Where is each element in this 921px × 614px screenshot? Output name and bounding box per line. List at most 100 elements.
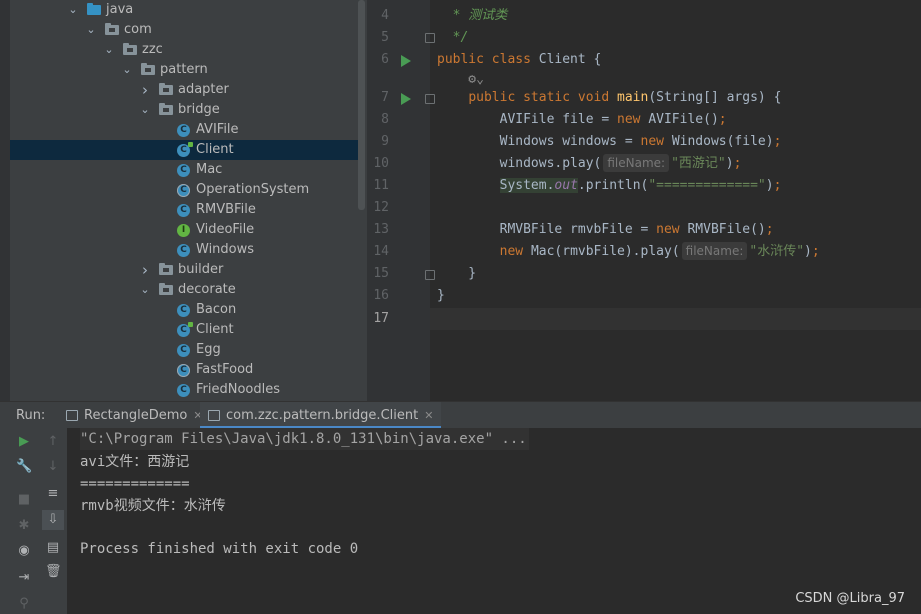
wrench-icon[interactable]: 🔧	[16, 459, 32, 475]
tree-item-label: FastFood	[196, 362, 254, 377]
exit-icon[interactable]: ⇥	[16, 570, 32, 586]
tree-item-java[interactable]: ⌄ java	[10, 0, 358, 20]
tree-item-zzc[interactable]: ⌄ zzc	[10, 40, 358, 60]
package-icon	[123, 43, 137, 55]
run-config-icon	[66, 410, 78, 421]
code-line[interactable]: public class Client {	[437, 50, 921, 70]
code-line[interactable]: public static void main(String[] args) {	[437, 88, 921, 108]
tree-item-label: Bacon	[196, 302, 237, 317]
run-gutter-icon[interactable]	[401, 93, 411, 105]
param-hint: fileName:	[603, 154, 670, 172]
trash-icon[interactable]: 🗑	[45, 564, 62, 580]
tree-item-label: VideoFile	[196, 222, 255, 237]
tree-scrollbar[interactable]	[358, 0, 365, 210]
run-label: Run:	[16, 408, 46, 423]
tree-item-label: pattern	[160, 62, 208, 77]
line-number: 13	[373, 222, 389, 237]
line-number: 6	[381, 52, 389, 67]
class-icon: C	[177, 142, 193, 157]
code-editor[interactable]: 4 * 测试类 5 */ 6 public class Client { ⚙︎⌄…	[367, 0, 921, 401]
scroll-to-end-icon[interactable]: ⇩	[42, 510, 64, 530]
class-icon: C	[177, 304, 190, 317]
tree-item-mac[interactable]: C Mac	[10, 160, 358, 180]
tree-item-adapter[interactable]: › adapter	[10, 80, 358, 100]
tree-item-windows[interactable]: C Windows	[10, 240, 358, 260]
class-icon: C	[177, 124, 190, 137]
tree-item-fastfood[interactable]: C FastFood	[10, 360, 358, 380]
console-line-exit: Process finished with exit code 0	[80, 541, 359, 557]
print-icon[interactable]: ▤	[45, 540, 61, 556]
tab-label: com.zzc.pattern.bridge.Client	[226, 408, 419, 423]
tree-item-label: decorate	[178, 282, 236, 297]
tree-item-operationsystem[interactable]: C OperationSystem	[10, 180, 358, 200]
rerun-icon[interactable]: ▶	[16, 434, 32, 450]
inlay-settings-icon[interactable]: ⚙︎⌄	[437, 70, 921, 90]
code-line[interactable]: }	[437, 286, 921, 306]
tree-item-rmvbfile[interactable]: C RMVBFile	[10, 200, 358, 220]
code-line[interactable]: */	[437, 28, 921, 48]
fold-marker-icon[interactable]	[425, 94, 435, 104]
fold-marker-icon[interactable]	[425, 33, 435, 43]
tree-item-friednoodles[interactable]: C FriedNoodles	[10, 380, 358, 400]
run-tab-rectangledemo[interactable]: RectangleDemo ✕	[60, 402, 209, 429]
run-tool-window-header: Run: RectangleDemo ✕ com.zzc.pattern.brid…	[0, 401, 921, 429]
class-icon: C	[177, 244, 190, 257]
code-line[interactable]: }	[437, 264, 921, 284]
console-line: rmvb视频文件：水浒传	[80, 498, 226, 514]
tree-item-bacon[interactable]: C Bacon	[10, 300, 358, 320]
code-line[interactable]: Windows windows = new Windows(file);	[437, 132, 921, 152]
abstract-class-icon: C	[177, 184, 190, 197]
folder-icon	[87, 3, 101, 15]
tree-item-client[interactable]: C Client	[10, 140, 358, 160]
stop-icon[interactable]: ■	[16, 492, 32, 508]
settings-icon[interactable]: ✱	[16, 518, 32, 534]
package-icon	[159, 83, 173, 95]
chevron-down-icon[interactable]: ⌄	[139, 100, 151, 120]
param-hint: fileName:	[681, 242, 748, 260]
package-icon	[159, 103, 173, 115]
line-number: 8	[381, 112, 389, 127]
tree-item-label: Client	[196, 322, 234, 337]
run-gutter-icon[interactable]	[401, 55, 411, 67]
close-icon[interactable]: ✕	[424, 409, 433, 422]
code-line[interactable]: AVIFile file = new AVIFile();	[437, 110, 921, 130]
console-output[interactable]: "C:\Program Files\Java\jdk1.8.0_131\bin\…	[67, 428, 921, 614]
camera-icon[interactable]: ◉	[16, 543, 32, 559]
code-line[interactable]: * 测试类	[437, 6, 921, 26]
console-line-command: "C:\Program Files\Java\jdk1.8.0_131\bin\…	[80, 428, 529, 450]
run-tab-client[interactable]: com.zzc.pattern.bridge.Client ✕	[200, 402, 442, 429]
up-arrow-icon[interactable]: ↑	[45, 434, 61, 450]
code-line[interactable]: System.out.println("=============");	[437, 176, 921, 196]
tree-item-client[interactable]: C Client	[10, 320, 358, 340]
fold-marker-icon[interactable]	[425, 270, 435, 280]
package-icon	[159, 263, 173, 275]
tree-item-com[interactable]: ⌄ com	[10, 20, 358, 40]
tree-item-label: FriedNoodles	[196, 382, 281, 397]
chevron-down-icon[interactable]: ⌄	[85, 20, 97, 40]
code-line[interactable]: windows.play(fileName: "西游记");	[437, 154, 921, 174]
tree-item-label: OperationSystem	[196, 182, 310, 197]
chevron-down-icon[interactable]: ⌄	[121, 60, 133, 80]
search-icon[interactable]: ⚲	[16, 596, 32, 612]
tree-item-label: RMVBFile	[196, 202, 256, 217]
tree-item-bridge[interactable]: ⌄ bridge	[10, 100, 358, 120]
chevron-right-icon[interactable]: ›	[139, 260, 151, 280]
chevron-down-icon[interactable]: ⌄	[67, 0, 79, 20]
tree-item-builder[interactable]: › builder	[10, 260, 358, 280]
code-line[interactable]: RMVBFile rmvbFile = new RMVBFile();	[437, 220, 921, 240]
tree-item-label: adapter	[178, 82, 229, 97]
tree-item-egg[interactable]: C Egg	[10, 340, 358, 360]
package-icon	[159, 283, 173, 295]
chevron-down-icon[interactable]: ⌄	[139, 280, 151, 300]
tree-item-avifile[interactable]: C AVIFile	[10, 120, 358, 140]
tree-item-videofile[interactable]: I VideoFile	[10, 220, 358, 240]
chevron-down-icon[interactable]: ⌄	[103, 40, 115, 60]
tree-item-decorate[interactable]: ⌄ decorate	[10, 280, 358, 300]
tree-item-pattern[interactable]: ⌄ pattern	[10, 60, 358, 80]
tree-item-label: java	[106, 2, 134, 17]
soft-wrap-icon[interactable]: ≡	[45, 486, 61, 502]
down-arrow-icon[interactable]: ↓	[45, 459, 61, 475]
code-line[interactable]: new Mac(rmvbFile).play(fileName: "水浒传");	[437, 242, 921, 262]
chevron-right-icon[interactable]: ›	[139, 80, 151, 100]
line-number: 5	[381, 30, 389, 45]
